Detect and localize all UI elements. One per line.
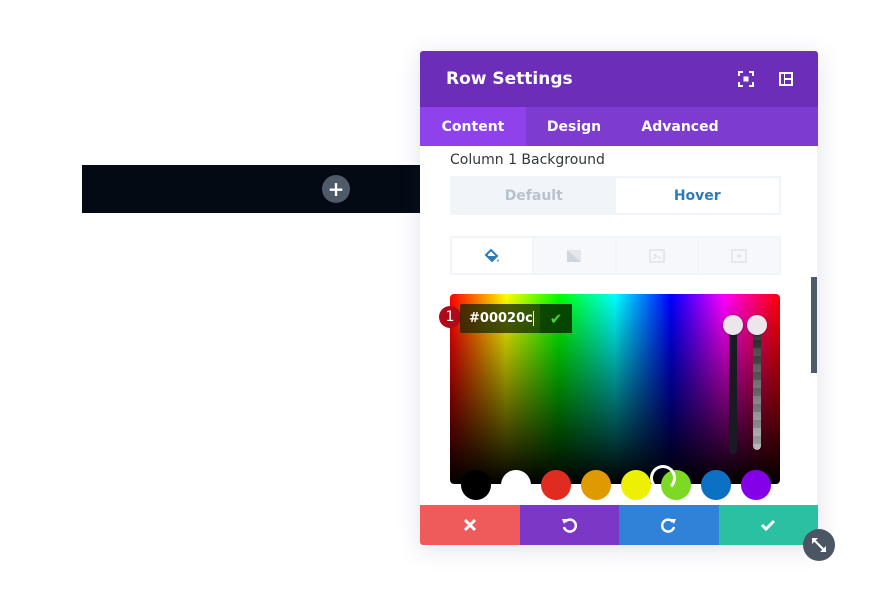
hue-slider[interactable]: [729, 324, 737, 454]
hex-value: #00020c: [469, 311, 533, 326]
opacity-slider-handle[interactable]: [747, 315, 767, 335]
hover-state-button[interactable]: Hover: [615, 178, 779, 213]
default-state-button[interactable]: Default: [452, 178, 616, 213]
swatch-selection-ring: [650, 465, 676, 491]
tab-advanced[interactable]: Advanced: [622, 107, 738, 146]
bg-type-color[interactable]: [452, 238, 535, 273]
opacity-slider[interactable]: [753, 324, 761, 450]
color-swatch[interactable]: [621, 470, 651, 500]
color-swatch[interactable]: [701, 470, 731, 500]
row-section: [82, 165, 420, 213]
checkmark-icon: ✔: [549, 309, 563, 328]
text-caret: [532, 311, 534, 326]
paint-bucket-icon: [484, 248, 499, 262]
sidebar-toggle-icon[interactable]: [778, 71, 794, 87]
undo-button[interactable]: [519, 505, 619, 545]
settings-tabs: Content Design Advanced: [420, 107, 818, 146]
undo-icon: [562, 518, 578, 533]
color-swatch[interactable]: [541, 470, 571, 500]
step-badge: 1: [439, 306, 461, 328]
section-label: Column 1 Background: [450, 152, 605, 168]
modal-header: Row Settings: [420, 51, 818, 107]
scroll-track: [817, 146, 818, 505]
bg-type-gradient[interactable]: [534, 238, 617, 273]
redo-button[interactable]: [619, 505, 719, 545]
close-icon: [463, 518, 476, 532]
expand-icon[interactable]: [738, 71, 754, 87]
hue-slider-handle[interactable]: [723, 315, 743, 335]
modal-footer: [420, 505, 818, 545]
bg-type-image[interactable]: [617, 238, 699, 273]
color-swatches: [461, 470, 771, 500]
scrollbar[interactable]: [811, 277, 817, 373]
gradient-icon: [567, 249, 582, 262]
row-settings-modal: Row Settings Content Design Advanced Col…: [420, 51, 818, 545]
modal-title: Row Settings: [446, 69, 573, 89]
state-toggle: Default Hover: [450, 176, 781, 215]
color-swatch[interactable]: [461, 470, 491, 500]
checkmark-icon: [761, 519, 776, 532]
hex-input[interactable]: #00020c: [460, 304, 540, 333]
cancel-button[interactable]: [420, 505, 520, 545]
image-icon: [648, 248, 665, 263]
color-swatch[interactable]: [501, 470, 531, 500]
hex-input-group: #00020c ✔: [460, 304, 572, 333]
color-swatch[interactable]: [581, 470, 611, 500]
tab-content[interactable]: Content: [420, 107, 526, 146]
apply-hex-button[interactable]: ✔: [540, 304, 572, 333]
resize-handle[interactable]: [803, 529, 835, 561]
resize-icon: [812, 538, 826, 552]
plus-icon: +: [327, 177, 345, 201]
video-icon: [731, 248, 747, 263]
background-type-tabs: [450, 236, 781, 275]
color-swatch[interactable]: [741, 470, 771, 500]
tab-design[interactable]: Design: [526, 107, 622, 146]
add-module-button[interactable]: +: [322, 175, 350, 203]
redo-icon: [660, 518, 676, 533]
bg-type-video[interactable]: [699, 238, 779, 273]
